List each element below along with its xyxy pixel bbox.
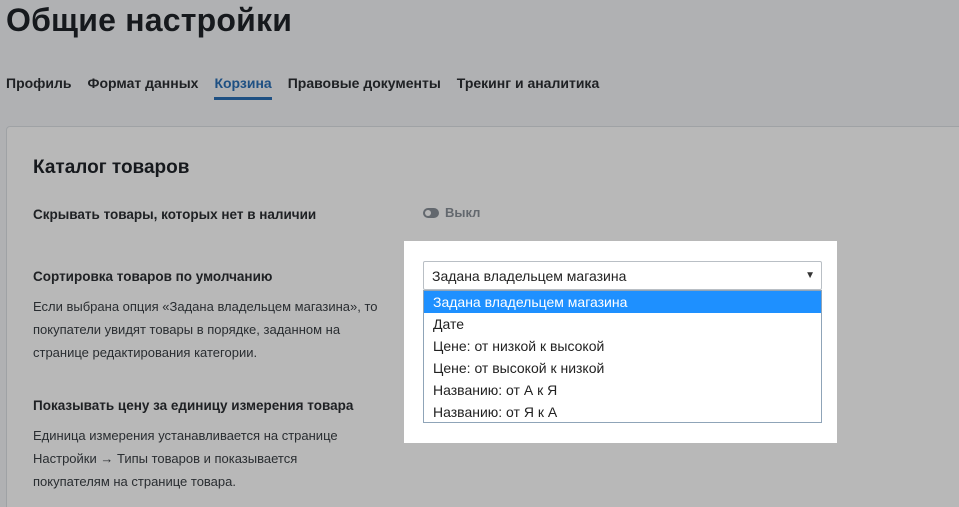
select-value: Задана владельцем магазина — [432, 268, 627, 284]
sort-option-date[interactable]: Дате — [424, 313, 821, 335]
sort-option-owner[interactable]: Задана владельцем магазина — [424, 291, 821, 313]
sort-option-name-asc[interactable]: Названию: от А к Я — [424, 379, 821, 401]
sort-option-price-desc[interactable]: Цене: от высокой к низкой — [424, 357, 821, 379]
highlighted-sort-dropdown: Задана владельцем магазина ▼ Задана влад… — [404, 241, 837, 443]
default-sort-select[interactable]: Задана владельцем магазина ▼ — [423, 261, 822, 290]
sort-options-list: Задана владельцем магазина Дате Цене: от… — [423, 290, 822, 423]
sort-option-name-desc[interactable]: Названию: от Я к А — [424, 401, 821, 423]
settings-page: Общие настройки Профиль Формат данных Ко… — [0, 0, 959, 507]
dropdown-arrow-icon[interactable]: ▼ — [805, 268, 815, 284]
sort-option-price-asc[interactable]: Цене: от низкой к высокой — [424, 335, 821, 357]
